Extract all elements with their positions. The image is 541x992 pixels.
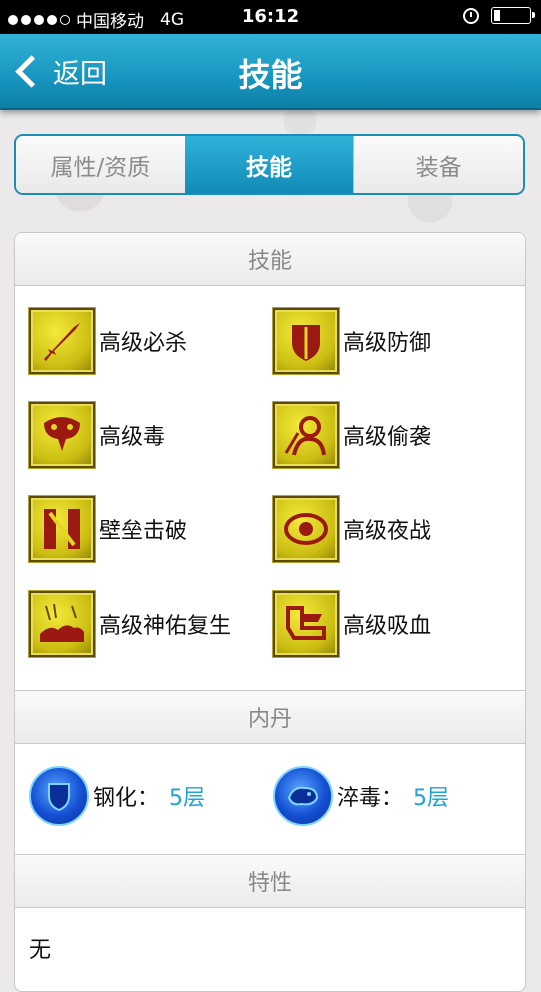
tab-skills[interactable]: 技能 [184, 136, 354, 193]
neidan-level: 5层 [413, 786, 450, 811]
skills-section-header: 技能 [15, 233, 525, 286]
skill-label: 高级必杀 [99, 331, 188, 356]
poison-orb-icon [273, 766, 333, 826]
skill-item[interactable]: 高级毒 [29, 402, 165, 468]
neidan-item[interactable]: 钢化： 5层 [29, 766, 205, 826]
status-time: 16:12 [241, 6, 300, 27]
tab-attributes[interactable]: 属性/资质 [16, 136, 185, 193]
pet-detail-card: 技能 高级必杀 高级防御 高级毒 高级偷袭 壁垒击破 高级夜战 高级神佑复生 高… [14, 232, 526, 992]
neidan-label: 钢化： [93, 786, 160, 811]
skill-item[interactable]: 壁垒击破 [29, 496, 187, 562]
alarm-icon [463, 7, 479, 24]
skill-label: 高级偷袭 [343, 425, 432, 450]
skill-item[interactable]: 高级神佑复生 [29, 591, 231, 657]
skill-item[interactable]: 高级吸血 [273, 591, 431, 657]
skill-label: 高级夜战 [343, 519, 432, 544]
sword-icon [29, 308, 95, 374]
skill-item[interactable]: 高级夜战 [273, 496, 431, 562]
skill-label: 高级防御 [343, 331, 432, 356]
battery-icon [491, 7, 535, 24]
sneak-attack-icon [273, 402, 339, 468]
blood-suck-icon [273, 591, 339, 657]
barrier-break-icon [29, 496, 95, 562]
shield-orb-icon [29, 766, 89, 826]
traits-section-header: 特性 [15, 854, 525, 908]
snake-icon [29, 402, 95, 468]
shield-icon [273, 308, 339, 374]
neidan-label: 淬毒： [337, 786, 404, 811]
traits-text: 无 [29, 938, 52, 963]
status-bar: 中国移动 4G 16:12 [0, 0, 541, 34]
page-title: 技能 [238, 56, 303, 94]
skill-label: 高级吸血 [343, 614, 432, 639]
skill-label: 高级毒 [99, 425, 166, 450]
segmented-tabs: 属性/资质 技能 装备 [14, 134, 525, 195]
neidan-item[interactable]: 淬毒： 5层 [273, 766, 449, 826]
neidan-section-header: 内丹 [15, 690, 525, 744]
neidan-level: 5层 [169, 786, 206, 811]
eye-icon [273, 496, 339, 562]
skills-grid: 高级必杀 高级防御 高级毒 高级偷袭 壁垒击破 高级夜战 高级神佑复生 高级吸血 [15, 286, 525, 690]
skill-item[interactable]: 高级偷袭 [273, 402, 431, 468]
revival-icon [29, 591, 95, 657]
skill-item[interactable]: 高级防御 [273, 308, 431, 374]
skill-label: 壁垒击破 [99, 519, 188, 544]
neidan-list: 钢化： 5层 淬毒： 5层 [15, 744, 525, 854]
navigation-bar: 返回 技能 [0, 34, 541, 110]
skill-label: 高级神佑复生 [99, 614, 232, 639]
tab-equipment[interactable]: 装备 [353, 136, 523, 193]
skill-item[interactable]: 高级必杀 [29, 308, 187, 374]
